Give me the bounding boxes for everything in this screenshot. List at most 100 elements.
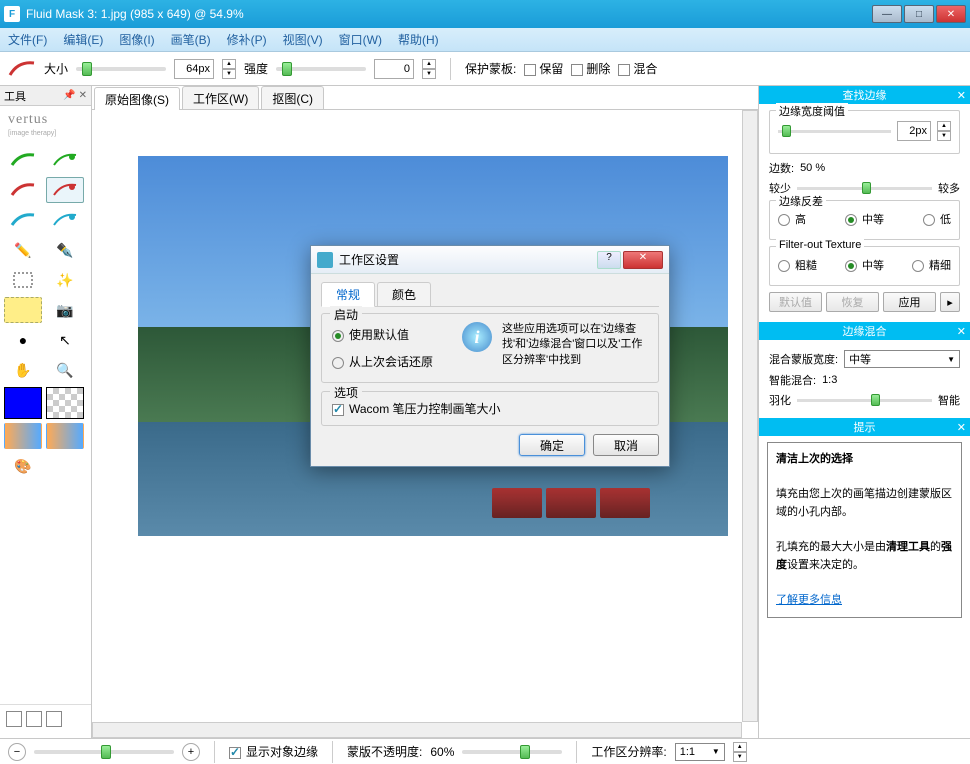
tool-blend-exact[interactable] [46, 207, 84, 233]
restore-button[interactable]: 恢复 [826, 292, 879, 312]
minimize-button[interactable]: — [872, 5, 902, 23]
zoom-slider[interactable] [34, 750, 174, 754]
contrast-high[interactable]: 高 [778, 211, 806, 227]
strength-slider[interactable] [276, 67, 366, 71]
res-up[interactable]: ▲ [733, 742, 747, 752]
radio-defaults[interactable]: 使用默认值 [332, 328, 409, 342]
tool-delete-exact[interactable] [46, 177, 84, 203]
threshold-field[interactable]: 2px [897, 121, 931, 141]
blend-width-select[interactable]: 中等▼ [844, 350, 960, 368]
tool-sample2[interactable] [46, 423, 84, 449]
contrast-mid[interactable]: 中等 [845, 211, 884, 227]
threshold-up[interactable]: ▲ [937, 121, 951, 131]
tool-blend-brush[interactable] [4, 207, 42, 233]
threshold-slider[interactable] [778, 130, 891, 133]
threshold-down[interactable]: ▼ [937, 131, 951, 141]
smart-value: 1:3 [822, 374, 837, 386]
dialog-tab-color[interactable]: 颜色 [377, 282, 431, 306]
menu-view[interactable]: 视图(V) [283, 31, 323, 48]
find-edges-close-icon[interactable]: ✕ [957, 89, 966, 102]
info-icon: i [462, 322, 492, 352]
menu-help[interactable]: 帮助(H) [398, 31, 439, 48]
panel-pin-icon[interactable]: 📌 [63, 90, 75, 101]
blend-close-icon[interactable]: ✕ [957, 325, 966, 338]
tool-arrow[interactable]: ↖ [46, 327, 84, 353]
menu-brush[interactable]: 画笔(B) [171, 31, 211, 48]
tool-palette[interactable]: 🎨 [4, 453, 42, 479]
menu-patch[interactable]: 修补(P) [227, 31, 267, 48]
size-slider[interactable] [76, 67, 166, 71]
res-down[interactable]: ▼ [733, 752, 747, 762]
tool-wand[interactable]: ✨ [46, 267, 84, 293]
panel-close-icon[interactable]: ✕ [79, 90, 87, 101]
opacity-slider[interactable] [462, 750, 562, 754]
tool-sample[interactable] [4, 423, 42, 449]
tab-original[interactable]: 原始图像(S) [94, 87, 180, 110]
cancel-button[interactable]: 取消 [593, 434, 659, 456]
dialog-tab-general[interactable]: 常规 [321, 282, 375, 307]
menu-file[interactable]: 文件(F) [8, 31, 47, 48]
horizontal-scrollbar[interactable] [92, 722, 742, 738]
blend-check[interactable]: 混合 [618, 60, 657, 77]
ok-button[interactable]: 确定 [519, 434, 585, 456]
tool-camera[interactable]: 📷 [46, 297, 84, 323]
zoom-in-button[interactable]: + [182, 743, 200, 761]
view-mode-1-icon[interactable] [6, 711, 22, 727]
apply-button[interactable]: 应用 [883, 292, 936, 312]
tool-smudge[interactable]: ● [4, 327, 42, 353]
tool-eraser[interactable]: ✏️ [4, 237, 42, 263]
tool-zoom[interactable]: 🔍 [46, 357, 84, 383]
menu-edit[interactable]: 编辑(E) [63, 31, 103, 48]
hint-close-icon[interactable]: ✕ [957, 421, 966, 434]
close-button[interactable]: ✕ [936, 5, 966, 23]
vertical-scrollbar[interactable] [742, 110, 758, 722]
texture-fine[interactable]: 精细 [912, 257, 951, 273]
tab-workspace[interactable]: 工作区(W) [182, 86, 259, 109]
size-up[interactable]: ▲ [222, 59, 236, 69]
radio-restore[interactable]: 从上次会话还原 [332, 355, 433, 369]
dialog-icon [317, 252, 333, 268]
opacity-value: 60% [430, 745, 454, 759]
tool-hand[interactable]: ✋ [4, 357, 42, 383]
smart-slider[interactable] [797, 399, 932, 402]
dialog-help-button[interactable]: ? [597, 251, 621, 269]
hint-p1: 填充由您上次的画笔描边创建蒙版区域的小孔内部。 [776, 488, 952, 518]
tool-marquee[interactable] [4, 267, 42, 293]
edges-value: 50 % [800, 162, 825, 174]
resolution-select[interactable]: 1:1▼ [675, 743, 725, 761]
tool-pen[interactable]: ✒️ [46, 237, 84, 263]
dialog-close-button[interactable]: ✕ [623, 251, 663, 269]
menu-window[interactable]: 窗口(W) [339, 31, 382, 48]
menu-image[interactable]: 图像(I) [119, 31, 154, 48]
foreground-color[interactable] [4, 387, 42, 419]
strength-up[interactable]: ▲ [422, 59, 436, 69]
tool-keep-exact[interactable] [46, 147, 84, 173]
view-mode-3-icon[interactable] [46, 711, 62, 727]
show-edges-check[interactable]: 显示对象边缘 [229, 743, 318, 760]
contrast-low[interactable]: 低 [923, 211, 951, 227]
tool-delete-brush[interactable] [4, 177, 42, 203]
hint-link[interactable]: 了解更多信息 [776, 594, 842, 606]
keep-check[interactable]: 保留 [524, 60, 563, 77]
workspace-settings-dialog: 工作区设置 ? ✕ 常规 颜色 启动 使用默认值 从上次会话还原 i 这些应用选… [310, 245, 670, 467]
tool-patch[interactable] [4, 297, 42, 323]
delete-check[interactable]: 删除 [571, 60, 610, 77]
view-mode-2-icon[interactable] [26, 711, 42, 727]
apply-more-button[interactable]: ▸ [940, 292, 960, 312]
strength-down[interactable]: ▼ [422, 69, 436, 79]
size-down[interactable]: ▼ [222, 69, 236, 79]
workspace-tabs: 原始图像(S) 工作区(W) 抠图(C) [92, 86, 758, 110]
wacom-check[interactable]: Wacom 笔压力控制画笔大小 [332, 402, 501, 416]
texture-mid[interactable]: 中等 [845, 257, 884, 273]
background-color[interactable] [46, 387, 84, 419]
defaults-button[interactable]: 默认值 [769, 292, 822, 312]
strength-field[interactable]: 0 [374, 59, 414, 79]
edges-slider[interactable] [797, 187, 932, 190]
texture-coarse[interactable]: 粗糙 [778, 257, 817, 273]
zoom-out-button[interactable]: − [8, 743, 26, 761]
size-field[interactable]: 64px [174, 59, 214, 79]
maximize-button[interactable]: □ [904, 5, 934, 23]
top-toolbar: 大小 64px ▲▼ 强度 0 ▲▼ 保护蒙板: 保留 删除 混合 [0, 52, 970, 86]
tool-keep-brush[interactable] [4, 147, 42, 173]
tab-cutout[interactable]: 抠图(C) [261, 86, 324, 109]
